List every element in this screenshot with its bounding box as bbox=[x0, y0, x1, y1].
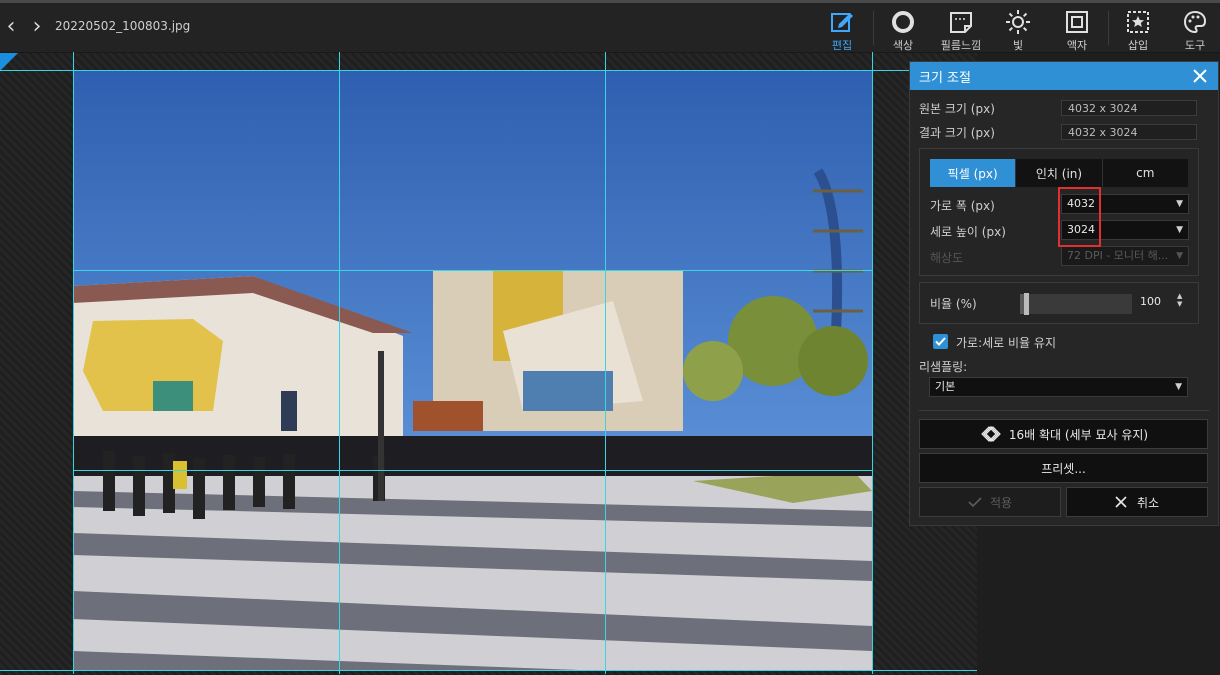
palette-icon bbox=[1183, 10, 1207, 34]
ratio-label: 비율 (%) bbox=[930, 297, 977, 311]
film-icon bbox=[950, 12, 972, 33]
tool-film-label: 필름느낌 bbox=[940, 39, 982, 52]
resolution-label: 해상도 bbox=[930, 251, 964, 265]
dropdown-arrow-icon: ▼ bbox=[1176, 199, 1183, 209]
back-button[interactable]: ‹ bbox=[2, 13, 20, 39]
upscale-label: 16배 확대 (세부 묘사 유지) bbox=[1008, 427, 1149, 442]
tool-color-label: 색상 bbox=[892, 39, 914, 52]
upscale-16x-button[interactable]: 16배 확대 (세부 묘사 유지) bbox=[919, 419, 1208, 449]
result-size-value: 4032 x 3024 bbox=[1061, 124, 1197, 140]
checkmark-icon bbox=[935, 337, 946, 346]
chevron-left-icon: ‹ bbox=[6, 13, 16, 39]
height-value: 3024 bbox=[1067, 223, 1095, 236]
height-label: 세로 높이 (px) bbox=[930, 225, 1006, 239]
keep-ratio-label: 가로:세로 비율 유지 bbox=[956, 336, 1056, 350]
cancel-label: 취소 bbox=[1136, 495, 1160, 510]
panel-divider bbox=[919, 410, 1209, 411]
tool-insert-label: 삽입 bbox=[1127, 39, 1149, 52]
color-circle-icon bbox=[892, 11, 914, 33]
tool-tools[interactable]: 도구 bbox=[1167, 7, 1220, 52]
resampling-label: 리샘플링: bbox=[919, 360, 968, 374]
tool-edit-label: 편집 bbox=[831, 39, 853, 52]
resolution-value: 72 DPI - 모니터 해... bbox=[1067, 249, 1169, 262]
panel-title: 크기 조절 bbox=[919, 70, 971, 86]
result-size-label: 결과 크기 (px) bbox=[919, 126, 995, 140]
close-icon bbox=[1115, 496, 1127, 508]
tool-tools-label: 도구 bbox=[1184, 39, 1206, 52]
insert-star-icon bbox=[1127, 11, 1149, 33]
close-icon bbox=[1193, 69, 1207, 83]
check-icon bbox=[968, 497, 982, 508]
tool-light-label: 빛 bbox=[1012, 39, 1024, 52]
preset-label: 프리셋... bbox=[1041, 461, 1086, 476]
photo-preview bbox=[73, 71, 872, 670]
tool-color[interactable]: 색상 bbox=[875, 7, 931, 52]
tool-frame-label: 액자 bbox=[1066, 39, 1088, 52]
tool-film[interactable]: 필름느낌 bbox=[933, 7, 989, 52]
ratio-group: 비율 (%) 100 ▲ ▼ bbox=[919, 282, 1199, 324]
tool-edit[interactable]: 편집 bbox=[814, 7, 870, 52]
dropdown-arrow-icon: ▼ bbox=[1176, 225, 1183, 235]
photo-image bbox=[73, 71, 872, 670]
height-input[interactable]: 3024 ▼ bbox=[1061, 220, 1189, 240]
file-name: 20220502_100803.jpg bbox=[55, 19, 191, 33]
resampling-select[interactable]: 기본 ▼ bbox=[929, 377, 1188, 397]
toolbar-separator bbox=[1108, 11, 1109, 45]
original-size-value: 4032 x 3024 bbox=[1061, 100, 1197, 116]
preset-button[interactable]: 프리셋... bbox=[919, 453, 1208, 483]
resize-panel: 크기 조절 원본 크기 (px) 4032 x 3024 결과 크기 (px) … bbox=[909, 61, 1219, 526]
resolution-select[interactable]: 72 DPI - 모니터 해... ▼ bbox=[1061, 246, 1189, 266]
spin-down-icon[interactable]: ▼ bbox=[1177, 300, 1182, 308]
guide-line-horizontal bbox=[0, 670, 977, 671]
sun-icon bbox=[1006, 10, 1030, 34]
guide-line-horizontal bbox=[73, 270, 872, 271]
tool-light[interactable]: 빛 bbox=[990, 7, 1046, 52]
close-button[interactable] bbox=[1190, 66, 1210, 86]
tool-frame[interactable]: 액자 bbox=[1049, 7, 1105, 52]
tab-cm[interactable]: cm bbox=[1101, 159, 1188, 187]
tab-inch[interactable]: 인치 (in) bbox=[1015, 159, 1102, 187]
cancel-button[interactable]: 취소 bbox=[1066, 487, 1208, 517]
width-value: 4032 bbox=[1067, 197, 1095, 210]
keep-ratio-checkbox[interactable] bbox=[933, 334, 948, 349]
frame-icon bbox=[1066, 11, 1088, 33]
width-input[interactable]: 4032 ▼ bbox=[1061, 194, 1189, 214]
size-settings-group: 픽셀 (px) 인치 (in) cm 가로 폭 (px) 4032 ▼ 세로 높… bbox=[919, 148, 1199, 276]
upscale-diamond-icon bbox=[981, 426, 1001, 442]
canvas-corner-marker bbox=[0, 53, 18, 71]
forward-button[interactable]: › bbox=[28, 13, 46, 39]
edit-icon bbox=[831, 13, 853, 32]
guide-line-vertical bbox=[872, 52, 873, 674]
apply-button[interactable]: 적용 bbox=[919, 487, 1061, 517]
ratio-slider-thumb[interactable] bbox=[1023, 293, 1029, 315]
chevron-right-icon: › bbox=[32, 13, 42, 39]
unit-tabs: 픽셀 (px) 인치 (in) cm bbox=[930, 159, 1188, 187]
spin-up-icon[interactable]: ▲ bbox=[1177, 292, 1182, 300]
width-label: 가로 폭 (px) bbox=[930, 199, 995, 213]
original-size-label: 원본 크기 (px) bbox=[919, 102, 995, 116]
guide-line-horizontal bbox=[0, 70, 977, 71]
ratio-spinner[interactable]: ▲ ▼ bbox=[1177, 292, 1182, 308]
guide-line-vertical bbox=[73, 52, 74, 674]
tab-pixel[interactable]: 픽셀 (px) bbox=[930, 159, 1016, 187]
guide-line-horizontal bbox=[73, 470, 872, 471]
resampling-value: 기본 bbox=[935, 380, 956, 393]
ratio-value[interactable]: 100 bbox=[1140, 295, 1161, 308]
guide-line-vertical bbox=[605, 52, 606, 674]
ratio-slider[interactable] bbox=[1020, 293, 1132, 315]
tool-insert[interactable]: 삽입 bbox=[1110, 7, 1166, 52]
apply-label: 적용 bbox=[989, 495, 1013, 510]
toolbar-separator bbox=[873, 11, 874, 45]
top-toolbar: ‹ › 20220502_100803.jpg 편집 색상 필름느낌 빛 액자 … bbox=[0, 3, 1220, 53]
guide-line-vertical bbox=[339, 52, 340, 674]
dropdown-arrow-icon: ▼ bbox=[1176, 251, 1183, 261]
dropdown-arrow-icon: ▼ bbox=[1175, 382, 1182, 392]
panel-header: 크기 조절 bbox=[910, 62, 1218, 90]
